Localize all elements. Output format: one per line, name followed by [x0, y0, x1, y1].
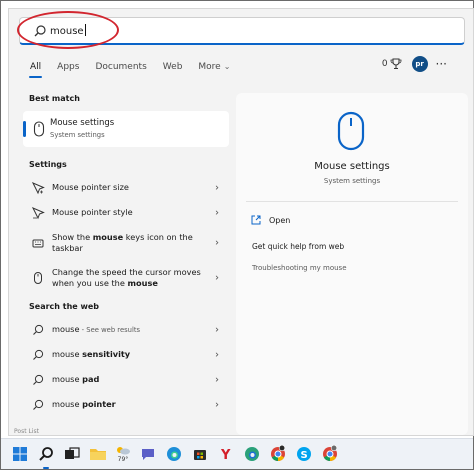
more-options-icon[interactable]: ··· [436, 58, 447, 70]
list-item[interactable]: Mouse pointer size › [23, 175, 229, 200]
tab-more-label: More [198, 62, 221, 72]
trophy-icon[interactable] [390, 58, 402, 70]
settings-heading: Settings [29, 159, 67, 169]
chevron-right-icon: › [215, 374, 219, 385]
edge-beta-button[interactable] [243, 445, 261, 463]
chrome-icon [271, 445, 286, 462]
setting-label: Show the mouse keys icon on the taskbar [52, 231, 193, 253]
weather-temperature: 79° [117, 456, 129, 463]
detail-subtitle: System settings [323, 177, 381, 185]
chevron-right-icon: › [215, 272, 219, 283]
skype-button[interactable]: S [295, 445, 313, 463]
filter-tabs: All Apps Documents Web More ⌄ [28, 57, 246, 78]
chevron-right-icon: › [215, 207, 219, 218]
chat-icon [142, 449, 154, 460]
detail-pane: Mouse settings System settings Open Get … [236, 93, 468, 435]
weather-icon [117, 447, 130, 455]
selection-indicator [23, 121, 26, 137]
search-icon [33, 324, 44, 335]
edge-button[interactable] [165, 445, 183, 463]
best-match-subtitle: System settings [50, 131, 105, 139]
mouse-keys-icon [32, 239, 44, 247]
troubleshoot-link[interactable]: Troubleshooting my mouse [252, 264, 347, 272]
background-app-strip: Post List [14, 428, 39, 435]
open-label: Open [269, 215, 291, 225]
search-window: mouse All Apps Documents Web More ⌄ 0 pr … [8, 8, 474, 436]
avatar[interactable]: pr [411, 56, 428, 72]
chevron-down-icon: ⌄ [223, 62, 231, 71]
yahoo-button[interactable]: Y [217, 445, 235, 463]
chevron-right-icon: › [215, 399, 219, 410]
best-match-title: Mouse settings [50, 118, 115, 128]
list-item[interactable]: Change the speed the cursor moves when y… [23, 260, 229, 295]
skype-icon: S [297, 447, 311, 461]
taskbar: 79° Y S [1, 438, 473, 469]
search-icon [33, 399, 44, 410]
chrome-icon [323, 445, 338, 462]
web-result-label: mouse pointer [52, 398, 116, 409]
divider [246, 201, 458, 202]
open-icon [251, 215, 261, 225]
store-icon [194, 450, 206, 460]
start-button[interactable] [11, 445, 29, 463]
header-tools: 0 pr ··· [382, 56, 447, 72]
search-icon [39, 447, 53, 461]
chevron-right-icon: › [215, 237, 219, 248]
web-result-item[interactable]: mouse sensitivity › [23, 342, 229, 367]
chevron-right-icon: › [215, 349, 219, 360]
edge-icon [167, 447, 181, 461]
weather-widget[interactable]: 79° [115, 445, 131, 463]
rewards-count: 0 [381, 59, 388, 69]
tab-web[interactable]: Web [163, 62, 183, 72]
best-match-heading: Best match [29, 93, 80, 103]
list-item[interactable]: Show the mouse keys icon on the taskbar … [23, 225, 229, 260]
setting-label: Mouse pointer size [52, 182, 129, 192]
tab-documents[interactable]: Documents [95, 62, 146, 72]
task-view-button[interactable] [63, 445, 81, 463]
folder-icon [90, 449, 106, 460]
task-view-icon [65, 447, 80, 459]
svg-text:Y: Y [220, 448, 231, 462]
web-result-item[interactable]: mouse - See web results › [23, 317, 229, 342]
taskbar-search-button[interactable] [37, 445, 55, 469]
mouse-icon [34, 271, 42, 284]
web-result-item[interactable]: mouse pointer › [23, 392, 229, 417]
pointer-style-icon [31, 206, 45, 219]
pointer-size-icon [31, 181, 45, 194]
mouse-icon [337, 111, 365, 151]
search-icon [33, 349, 44, 360]
edge-beta-icon [245, 447, 259, 461]
results-list: Best match Mouse settings System setting… [23, 87, 229, 417]
setting-label: Change the speed the cursor moves when y… [52, 266, 201, 288]
open-button[interactable]: Open [251, 215, 290, 225]
best-match-item[interactable]: Mouse settings System settings [23, 111, 229, 147]
web-result-item[interactable]: mouse pad › [23, 367, 229, 392]
file-explorer-button[interactable] [89, 445, 107, 463]
yahoo-icon: Y [220, 448, 231, 462]
store-button[interactable] [191, 445, 209, 463]
detail-title: Mouse settings [314, 161, 390, 172]
tab-more[interactable]: More ⌄ [198, 62, 230, 72]
chevron-right-icon: › [215, 182, 219, 193]
web-result-label: mouse sensitivity [52, 348, 131, 359]
chat-button[interactable] [139, 445, 157, 463]
annotation-circle [17, 11, 119, 49]
chrome-profile-button[interactable] [321, 445, 339, 463]
chrome-button[interactable] [269, 445, 287, 463]
svg-text:S: S [301, 450, 308, 461]
web-result-label: mouse - See web results [52, 323, 141, 334]
web-heading: Search the web [29, 301, 100, 311]
windows-logo-icon [13, 447, 27, 461]
mouse-icon [33, 121, 45, 137]
chevron-right-icon: › [215, 324, 219, 335]
web-result-label: mouse pad [52, 373, 100, 384]
tab-all[interactable]: All [28, 62, 43, 78]
setting-label: Mouse pointer style [52, 207, 133, 217]
quick-help-link[interactable]: Get quick help from web [252, 242, 344, 251]
search-icon [33, 374, 44, 385]
list-item[interactable]: Mouse pointer style › [23, 200, 229, 225]
tab-apps[interactable]: Apps [57, 62, 79, 72]
